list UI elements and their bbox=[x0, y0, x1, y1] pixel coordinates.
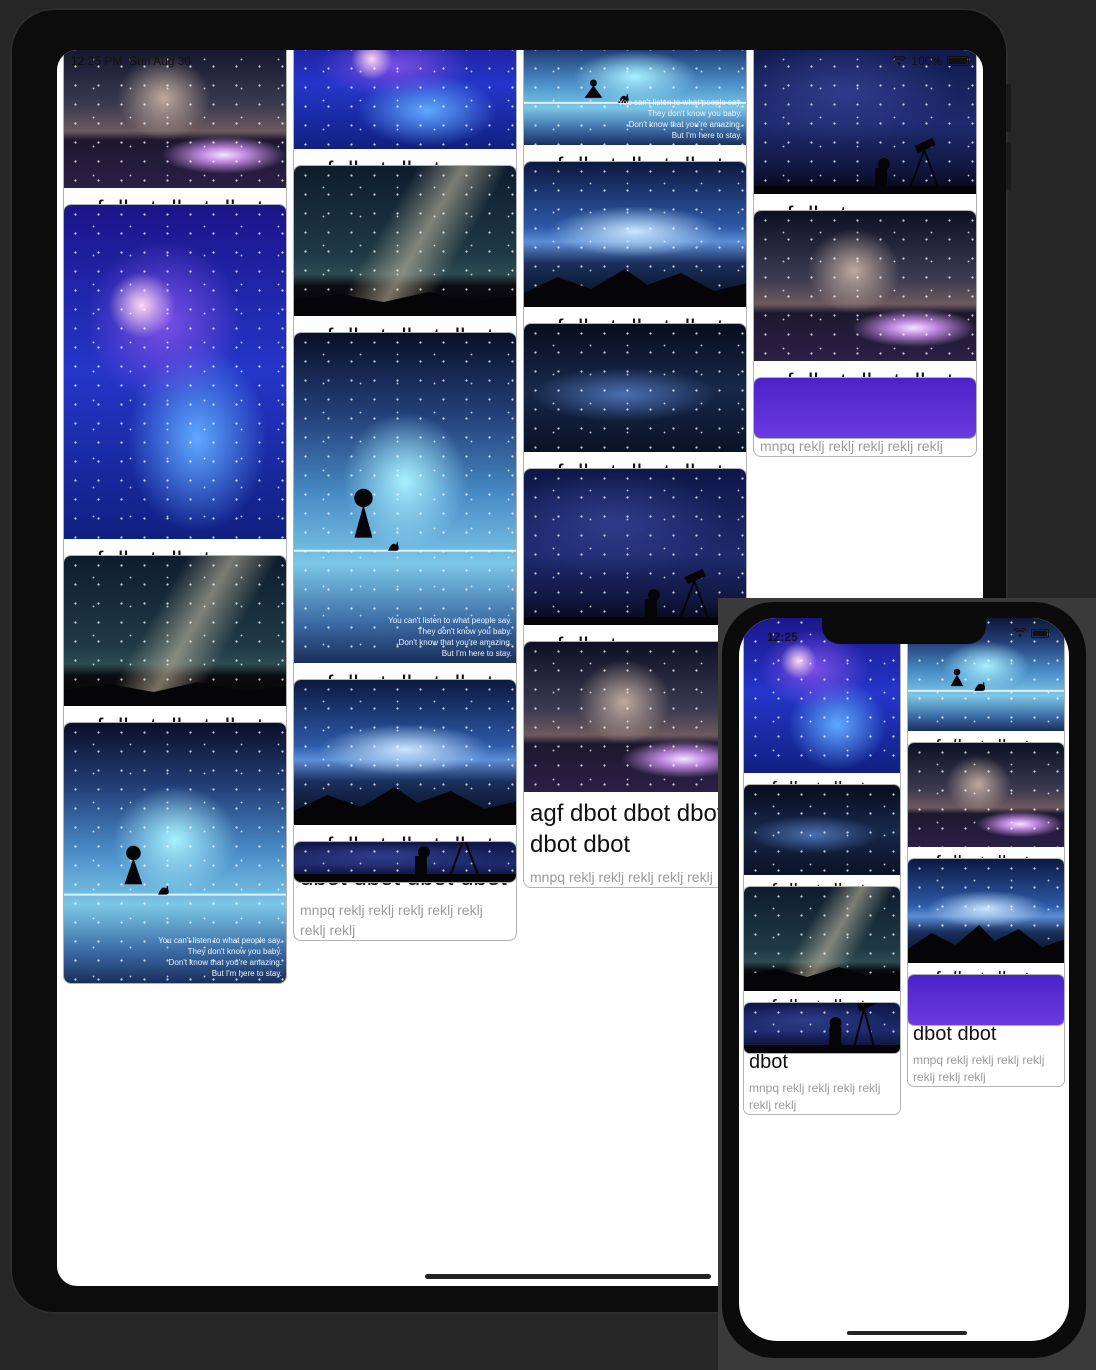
card-image: You can't listen to what people say. They… bbox=[294, 333, 516, 663]
treeline-icon bbox=[524, 269, 746, 307]
card-image bbox=[524, 324, 746, 452]
quote-line: You can't listen to what people say. bbox=[618, 98, 742, 107]
feed-card[interactable] bbox=[753, 377, 977, 439]
feed-card[interactable]: You can't listen to what people say. They… bbox=[293, 332, 517, 728]
card-image: You can't listen to what people say. They… bbox=[64, 723, 286, 983]
card-image bbox=[294, 680, 516, 825]
card-image bbox=[294, 166, 516, 316]
quote-line: You can't listen to what people say. bbox=[388, 616, 512, 625]
mountain-ridge-icon bbox=[294, 292, 516, 316]
card-image bbox=[64, 205, 286, 539]
telescope-silhouette-icon bbox=[744, 1003, 900, 1053]
quote-line: They don't know you baby. bbox=[417, 627, 512, 636]
card-image bbox=[524, 469, 746, 625]
feed-card[interactable] bbox=[293, 841, 517, 883]
ipad-volume-up-button bbox=[1006, 84, 1011, 132]
treeline-icon bbox=[294, 787, 516, 825]
ipad-status-time: 12:25 PM Sun Aug 30 bbox=[71, 54, 192, 68]
feed-card[interactable]: agf dbot dbot dbot dbot dbot dbotmnpq re… bbox=[743, 886, 901, 1115]
quote-line: But I'm here to stay. bbox=[441, 649, 512, 658]
ipad-status-bar: 12:25 PM Sun Aug 30 100% bbox=[57, 50, 983, 72]
quote-line: They don't know you baby. bbox=[187, 947, 282, 956]
image-quote: You can't listen to what people say. They… bbox=[388, 615, 512, 659]
iphone-screen: 12:25 agf dbot dbotmnpq reklj rekljagf d… bbox=[739, 618, 1069, 1341]
quote-line: But I'm here to stay. bbox=[671, 131, 742, 140]
card-image bbox=[754, 378, 976, 438]
feed-card[interactable]: agf dbot dbot dbot dbot dbot dbot dbotmn… bbox=[907, 858, 1065, 1087]
iphone-status-right bbox=[1013, 628, 1049, 638]
card-subtitle: mnpq reklj reklj reklj reklj reklj reklj… bbox=[300, 902, 483, 938]
card-image bbox=[524, 642, 746, 792]
ipad-status-right: 100% bbox=[892, 54, 969, 68]
treeline-icon bbox=[908, 925, 1064, 963]
card-image bbox=[744, 785, 900, 875]
card-title: agf dbot dbot dbot dbot dbot bbox=[530, 800, 724, 858]
stars-decoration bbox=[908, 743, 1064, 847]
wifi-icon bbox=[1013, 628, 1027, 638]
battery-icon bbox=[947, 56, 969, 66]
stars-decoration bbox=[754, 211, 976, 361]
iphone-simulator-window: 12:25 agf dbot dbotmnpq reklj rekljagf d… bbox=[718, 598, 1096, 1370]
card-image bbox=[744, 887, 900, 991]
card-image bbox=[744, 1003, 900, 1053]
card-image bbox=[754, 211, 976, 361]
card-image bbox=[64, 556, 286, 706]
ipad-battery-percent: 100% bbox=[911, 54, 942, 68]
card-image bbox=[908, 975, 1064, 1025]
iphone-notch bbox=[822, 618, 986, 644]
iphone-home-indicator[interactable] bbox=[847, 1331, 967, 1335]
image-quote: You can't listen to what people say. They… bbox=[158, 935, 282, 979]
quote-line: They don't know you baby. bbox=[647, 109, 742, 118]
quote-line: Don't know that you're amazing. bbox=[168, 958, 282, 967]
mountain-ridge-icon bbox=[64, 682, 286, 706]
card-image bbox=[908, 859, 1064, 963]
card-subtitle: mnpq reklj reklj reklj reklj reklj bbox=[760, 438, 943, 454]
mountain-ridge-icon bbox=[744, 967, 900, 991]
card-image bbox=[908, 743, 1064, 847]
card-image bbox=[294, 842, 516, 882]
feed-card[interactable] bbox=[743, 1002, 901, 1054]
iphone-device-frame: 12:25 agf dbot dbotmnpq reklj rekljagf d… bbox=[722, 602, 1086, 1358]
stars-decoration bbox=[524, 642, 746, 792]
ipad-home-indicator[interactable] bbox=[425, 1274, 711, 1279]
telescope-silhouette-icon bbox=[524, 568, 746, 625]
feed-card[interactable]: agf dbot dbot dbot dbot dbot mnpq reklj r… bbox=[523, 641, 747, 888]
quote-line: Don't know that you're amazing. bbox=[628, 120, 742, 129]
card-subtitle: mnpq reklj reklj reklj reklj reklj reklj bbox=[749, 1081, 881, 1112]
girl-and-cat-silhouette-icon bbox=[294, 488, 516, 552]
feed-card[interactable]: agf dbot dbotmnpq reklj reklj bbox=[63, 204, 287, 604]
image-quote: You can't listen to what people say. They… bbox=[618, 97, 742, 141]
quote-line: Don't know that you're amazing. bbox=[398, 638, 512, 647]
stars-decoration bbox=[744, 785, 900, 875]
wifi-icon bbox=[892, 56, 907, 66]
feed-card[interactable] bbox=[907, 974, 1065, 1026]
battery-icon bbox=[1031, 628, 1049, 638]
stars-decoration bbox=[524, 324, 746, 452]
card-subtitle: mnpq reklj reklj reklj reklj reklj reklj… bbox=[913, 1053, 1045, 1084]
quote-line: But I'm here to stay. bbox=[211, 969, 282, 978]
stars-decoration bbox=[64, 205, 286, 539]
feed-card[interactable]: agf dbot dbot dbot dbot dbot dbot dbotmn… bbox=[293, 679, 517, 941]
quote-line: You can't listen to what people say. bbox=[158, 936, 282, 945]
telescope-silhouette-icon bbox=[294, 842, 516, 882]
ipad-volume-down-button bbox=[1006, 142, 1011, 190]
card-subtitle: mnpq reklj reklj reklj reklj reklj bbox=[530, 869, 713, 885]
feed-card[interactable]: You can't listen to what people say. They… bbox=[63, 722, 287, 984]
simulator-stage: 12:25 PM Sun Aug 30 100% mnpq reklagf db… bbox=[0, 0, 1096, 1370]
card-image bbox=[524, 162, 746, 307]
iphone-status-time: 12:25 bbox=[767, 630, 798, 644]
